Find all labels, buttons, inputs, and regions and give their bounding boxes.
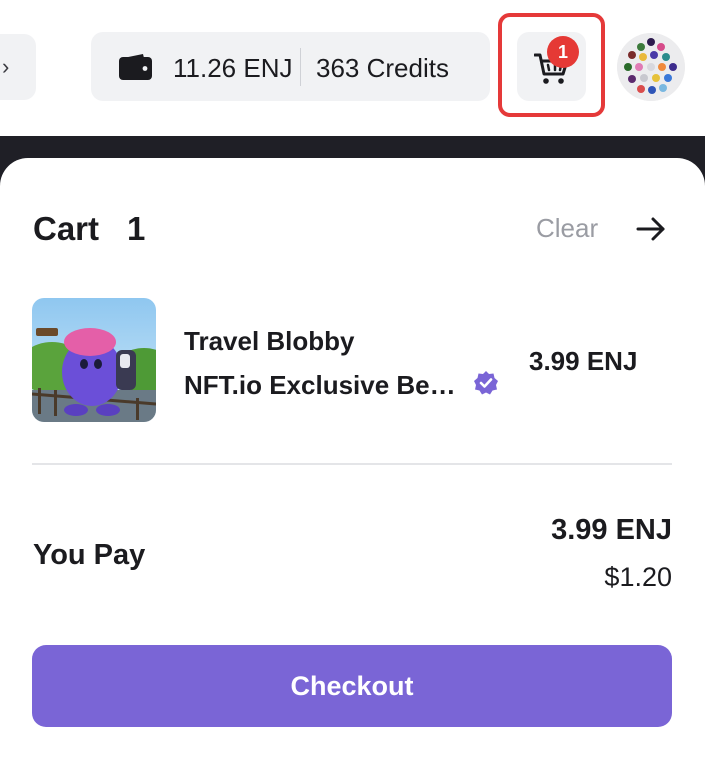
item-collection[interactable]: NFT.io Exclusive Be… xyxy=(184,370,456,401)
verified-badge-icon xyxy=(474,371,498,395)
top-bar: › 11.26 ENJ 363 Credits 1 xyxy=(0,0,705,136)
travel-blobby-image xyxy=(32,298,156,422)
wallet-divider xyxy=(300,48,301,86)
item-name[interactable]: Travel Blobby xyxy=(184,326,355,357)
total-enj: 3.99 ENJ xyxy=(551,514,672,546)
wallet-icon xyxy=(119,54,152,80)
avatar[interactable] xyxy=(617,33,685,101)
item-thumbnail[interactable] xyxy=(32,298,156,422)
credits-balance: 363 Credits xyxy=(316,53,449,83)
dotted-avatar-icon xyxy=(617,33,685,101)
dropdown-caret-icon: › xyxy=(2,54,10,79)
cart-count-badge: 1 xyxy=(547,36,579,68)
enj-balance: 11.26 ENJ xyxy=(173,53,293,83)
divider xyxy=(32,463,672,465)
item-price: 3.99 ENJ xyxy=(529,346,638,376)
arrow-right-icon[interactable] xyxy=(634,212,668,246)
checkout-button[interactable]: Checkout xyxy=(32,645,672,727)
wallet-balance-pill[interactable]: 11.26 ENJ 363 Credits xyxy=(91,32,490,101)
cart-title: Cart xyxy=(33,210,100,247)
search-field-edge[interactable]: › xyxy=(0,34,36,100)
cart-panel: Cart 1 Clear Travel Blobby NFT.io Exclus… xyxy=(0,158,705,778)
you-pay-label: You Pay xyxy=(33,539,146,571)
total-usd: $1.20 xyxy=(604,562,672,592)
clear-cart-button[interactable]: Clear xyxy=(536,213,598,244)
cart-item-count: 1 xyxy=(127,210,146,247)
